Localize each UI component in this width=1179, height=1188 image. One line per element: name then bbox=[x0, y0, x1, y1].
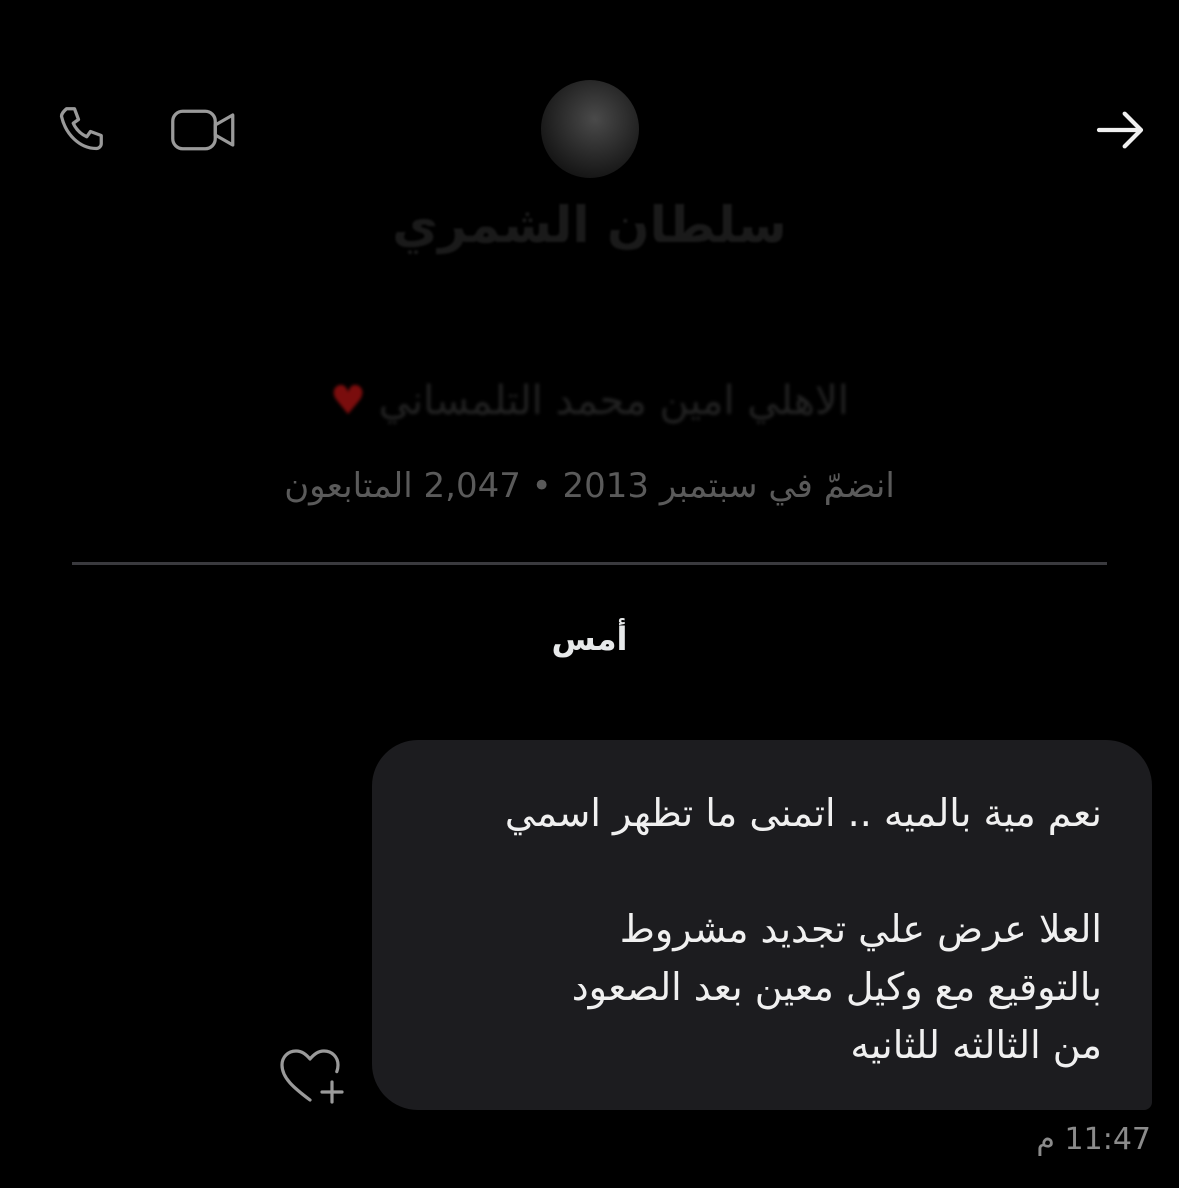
video-call-button[interactable] bbox=[168, 98, 240, 162]
heart-plus-icon bbox=[280, 1049, 344, 1104]
add-reaction-button[interactable] bbox=[276, 1044, 348, 1108]
divider bbox=[72, 562, 1107, 565]
profile-meta: انضمّ في سبتمبر 2013 • 2,047 المتابعون bbox=[284, 466, 895, 506]
message-line: نعم مية بالميه .. اتمنى ما تظهر اسمي bbox=[504, 791, 1102, 835]
bio-text: الاهلي امين محمد التلمساني bbox=[378, 378, 849, 424]
profile-bio: الاهلي امين محمد التلمساني ♥ bbox=[0, 378, 1179, 424]
message-line: من الثالثه للثانيه bbox=[850, 1023, 1102, 1067]
day-separator: أمس bbox=[551, 620, 628, 658]
message-line: بالتوقيع مع وكيل معين بعد الصعود bbox=[571, 965, 1102, 1009]
arrow-right-icon bbox=[1096, 111, 1144, 149]
avatar[interactable] bbox=[541, 80, 639, 178]
video-camera-icon bbox=[171, 109, 235, 151]
phone-icon bbox=[59, 107, 103, 151]
message-timestamp: 11:47 م bbox=[1036, 1122, 1151, 1157]
call-button[interactable] bbox=[52, 98, 116, 162]
message-line: العلا عرض علي تجديد مشروط bbox=[619, 907, 1102, 951]
back-button[interactable] bbox=[1088, 98, 1152, 162]
heart-emoji: ♥ bbox=[330, 378, 366, 424]
message-bubble[interactable]: نعم مية بالميه .. اتمنى ما تظهر اسمي الع… bbox=[372, 740, 1152, 1110]
profile-name[interactable]: سلطان الشمري bbox=[0, 196, 1179, 254]
